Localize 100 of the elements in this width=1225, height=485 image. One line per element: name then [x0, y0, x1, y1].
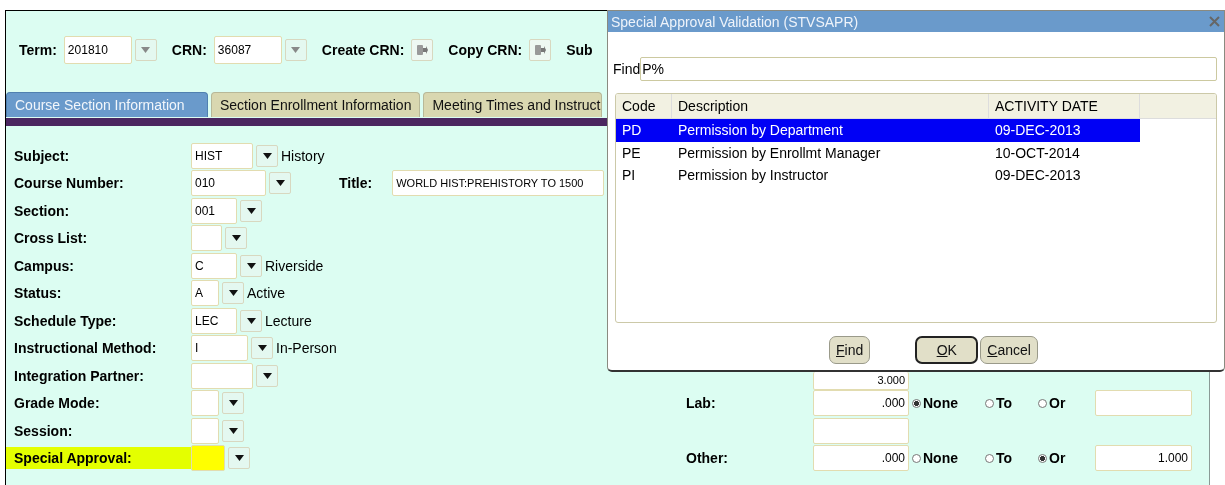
dropdown-button[interactable]	[240, 254, 262, 277]
radio-option[interactable]: None	[912, 395, 985, 412]
field-label: Course Number:	[13, 174, 125, 194]
dropdown-button[interactable]	[240, 309, 262, 332]
radio-option[interactable]: Or	[1038, 395, 1095, 412]
caret-icon	[231, 235, 241, 242]
dropdown-button[interactable]	[269, 172, 291, 195]
dropdown-button[interactable]	[256, 364, 278, 387]
dialog-title: Special Approval Validation (STVSAPR)	[611, 13, 859, 30]
caret-icon	[291, 47, 301, 53]
radio-button[interactable]	[912, 453, 921, 463]
input-field[interactable]	[191, 390, 219, 417]
input-field[interactable]: 1.000	[1095, 445, 1192, 472]
input-field[interactable]: .000	[813, 390, 909, 417]
radio-option[interactable]: To	[985, 395, 1038, 412]
table-row[interactable]: PD Permission by Department 09-DEC-2013	[616, 119, 1140, 142]
caret-icon	[246, 207, 256, 214]
input-field[interactable]: .000	[813, 445, 909, 472]
table-row[interactable]: PE Permission by Enrollmt Manager 10-OCT-2014	[616, 141, 1140, 164]
tab[interactable]: Meeting Times and Instruct	[423, 92, 602, 117]
table-cell-text: 10-OCT-2014	[994, 143, 1081, 163]
tab[interactable]: Section Enrollment Information	[211, 92, 421, 117]
caret-icon	[262, 152, 272, 159]
input-field[interactable]	[191, 225, 222, 252]
field-label: Special Approval:	[6, 447, 191, 470]
input-field[interactable]: 36087	[213, 36, 282, 64]
input-field[interactable]: 201810	[63, 36, 132, 64]
field-label: Schedule Type:	[13, 311, 118, 331]
dialog-button[interactable]: Find	[829, 336, 871, 364]
input-field[interactable]	[813, 417, 909, 444]
field-label: Sub	[566, 42, 593, 58]
field-label: Term:	[19, 42, 57, 58]
radio-button[interactable]	[1038, 453, 1047, 463]
input-field[interactable]: A	[191, 280, 219, 307]
table-cell-text: 09-DEC-2013	[994, 166, 1082, 186]
field-label: Instructional Method:	[13, 339, 158, 359]
input-field[interactable]: HIST	[191, 142, 253, 169]
input-field[interactable]	[191, 417, 219, 444]
action-button[interactable]	[529, 39, 552, 61]
caret-icon	[228, 400, 238, 407]
input-field[interactable]	[191, 362, 253, 389]
caret-icon	[228, 427, 238, 434]
field-label: Section:	[13, 201, 71, 221]
column-header: Description	[672, 94, 989, 118]
field-label: Grade Mode:	[13, 394, 101, 414]
dropdown-button[interactable]	[256, 144, 278, 167]
field-label: Title:	[339, 175, 373, 192]
dropdown-button[interactable]	[251, 337, 273, 360]
input-field[interactable]: P%	[640, 57, 1217, 81]
dropdown-button[interactable]	[240, 199, 262, 222]
field-value: In-Person	[276, 340, 337, 357]
field-label: Copy CRN:	[448, 42, 523, 58]
dropdown-button[interactable]	[222, 282, 244, 305]
column-header: Code	[616, 94, 672, 118]
arrow-icon	[534, 43, 547, 57]
table-cell-text: PE	[621, 143, 642, 163]
table-cell-text: Permission by Department	[677, 121, 844, 141]
input-field[interactable]	[191, 445, 225, 472]
field-label: Lab:	[685, 395, 717, 412]
radio-button[interactable]	[985, 453, 994, 463]
radio-option[interactable]: Or	[1038, 450, 1095, 467]
dialog-button[interactable]: OK	[915, 336, 979, 364]
dropdown-button[interactable]	[222, 419, 244, 442]
field-label: Subject:	[13, 146, 71, 166]
table-cell-text: Permission by Enrollmt Manager	[677, 143, 882, 163]
radio-button[interactable]	[912, 398, 921, 408]
field-label: CRN:	[171, 42, 207, 58]
table-cell-text: PD	[621, 121, 643, 141]
caret-icon	[262, 372, 272, 379]
field-label: Session:	[13, 421, 74, 441]
action-button[interactable]	[411, 39, 434, 61]
field-label: Status:	[13, 284, 63, 304]
field-label: Campus:	[13, 256, 75, 276]
input-field[interactable]	[1095, 390, 1192, 417]
field-value: History	[281, 147, 325, 164]
caret-icon	[246, 317, 256, 324]
input-field[interactable]: I	[191, 335, 248, 362]
radio-button[interactable]	[985, 398, 994, 408]
radio-option[interactable]: To	[985, 450, 1038, 467]
table-cell-text: PI	[621, 166, 637, 186]
table-cell-text: 09-DEC-2013	[994, 121, 1082, 141]
caret-icon	[141, 47, 151, 53]
table-row[interactable]: PI Permission by Instructor 09-DEC-2013	[616, 164, 1140, 187]
input-field[interactable]: 001	[191, 197, 237, 224]
field-label: Integration Partner:	[13, 366, 145, 386]
input-field[interactable]: WORLD HIST:PREHISTORY TO 1500	[392, 170, 605, 197]
dropdown-button[interactable]	[222, 392, 244, 415]
arrow-icon	[416, 43, 429, 57]
dialog-button[interactable]: Cancel	[980, 336, 1038, 364]
radio-button[interactable]	[1038, 398, 1047, 408]
input-field[interactable]: C	[191, 252, 237, 279]
radio-option[interactable]: None	[912, 450, 985, 467]
caret-icon	[257, 345, 267, 352]
caret-icon	[246, 262, 256, 269]
input-field[interactable]: LEC	[191, 307, 237, 334]
field-value: Lecture	[265, 312, 312, 329]
dropdown-button[interactable]	[225, 227, 247, 250]
input-field[interactable]: 010	[191, 170, 266, 197]
field-value: Active	[247, 285, 286, 302]
dropdown-button[interactable]	[228, 447, 250, 470]
